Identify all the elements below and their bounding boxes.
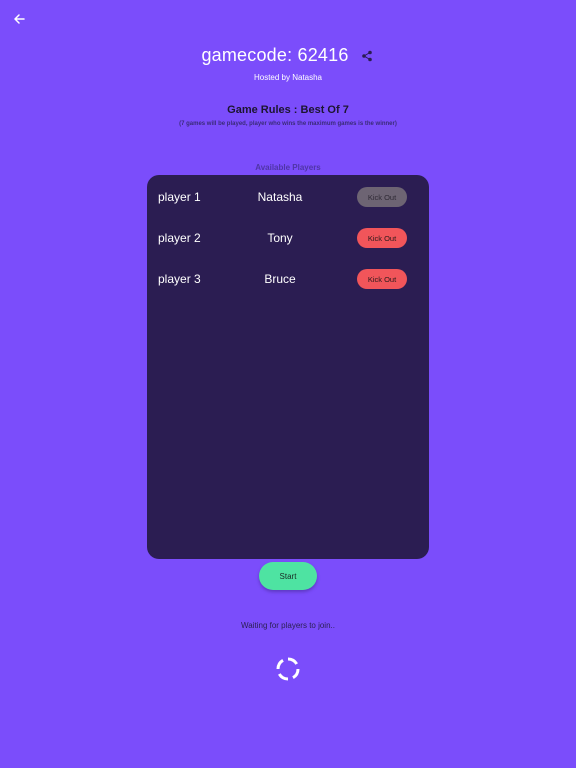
title-row: gamecode: 62416 xyxy=(0,45,576,66)
start-button[interactable]: Start xyxy=(259,562,317,590)
host-label: Hosted by Natasha xyxy=(253,73,323,82)
player-index: player 2 xyxy=(158,231,201,245)
spinner-icon xyxy=(276,657,300,681)
kick-out-button[interactable]: Kick Out xyxy=(357,228,407,248)
arrow-left-icon xyxy=(14,14,25,24)
waiting-status: Waiting for players to join.. xyxy=(241,621,335,630)
player-index: player 3 xyxy=(158,272,201,286)
rules-subtitle: (7 games will be played, player who wins… xyxy=(179,121,397,127)
kick-out-button[interactable]: Kick Out xyxy=(357,187,407,207)
player-name: Bruce xyxy=(264,272,296,286)
player-index: player 1 xyxy=(158,190,201,204)
game-code-title: gamecode: 62416 xyxy=(201,45,349,65)
players-panel: player 1 Natasha Kick Out player 2 Tony … xyxy=(147,175,429,559)
player-row: player 3 Bruce Kick Out xyxy=(147,269,429,289)
player-row: player 1 Natasha Kick Out xyxy=(147,187,429,207)
player-name: Tony xyxy=(267,231,293,245)
players-heading: Available Players xyxy=(255,163,321,172)
share-icon xyxy=(361,50,372,61)
player-row: player 2 Tony Kick Out xyxy=(147,228,429,248)
share-button[interactable] xyxy=(359,48,375,64)
kick-out-button[interactable]: Kick Out xyxy=(357,269,407,289)
back-button[interactable] xyxy=(10,10,28,28)
player-name: Natasha xyxy=(257,190,303,204)
rules-title: Game Rules : Best Of 7 xyxy=(227,104,349,116)
